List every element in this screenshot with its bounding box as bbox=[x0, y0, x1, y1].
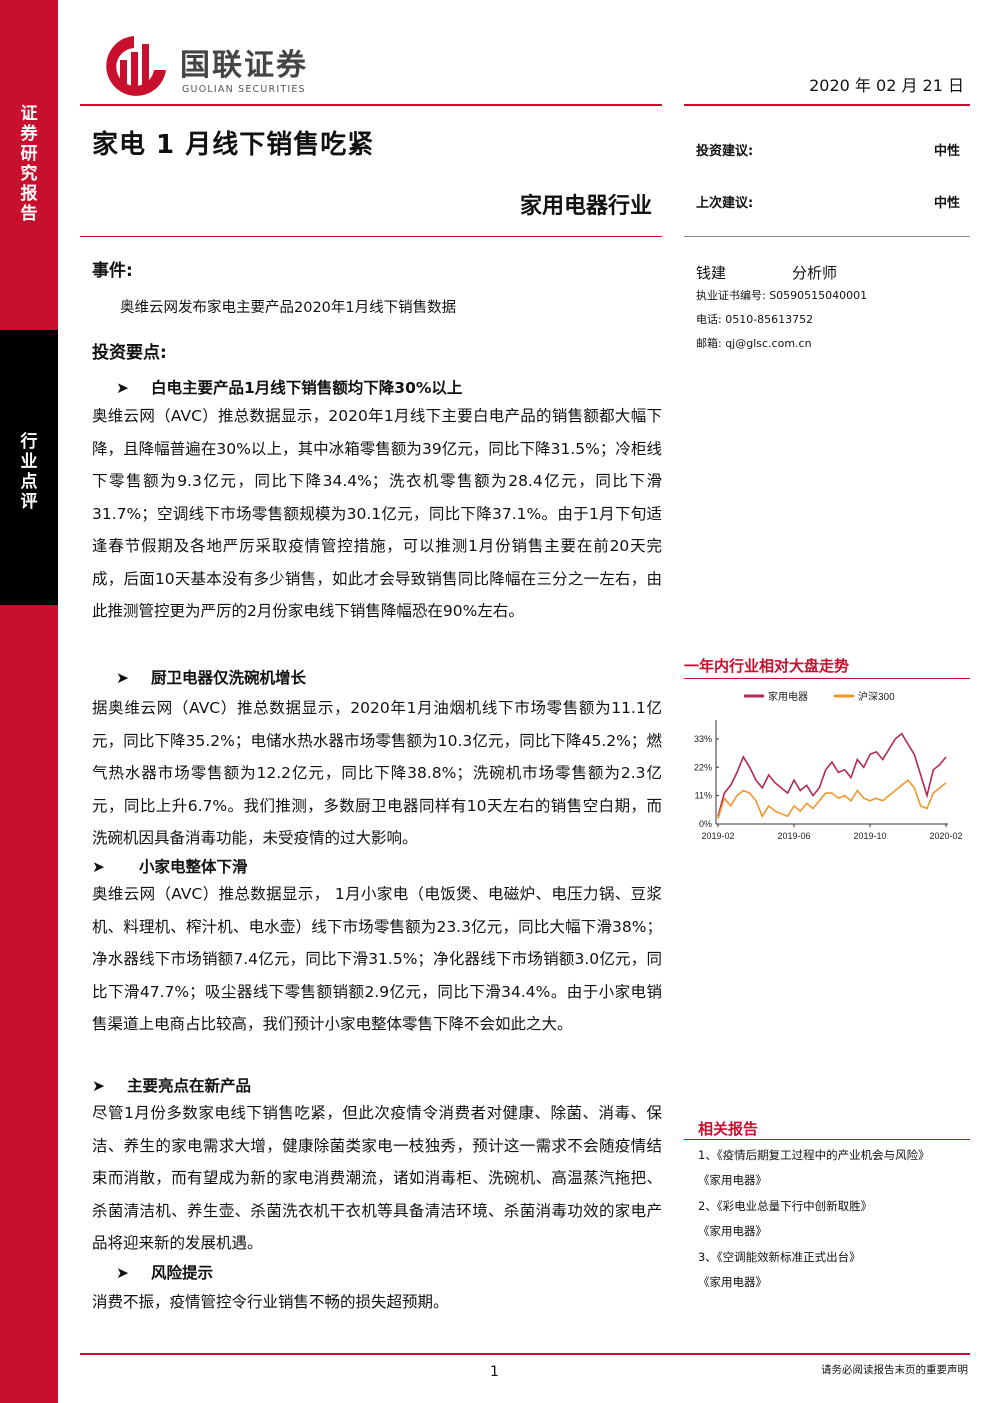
side-label-text: 行业点评 bbox=[0, 432, 58, 512]
legend-label: 沪深300 bbox=[858, 690, 895, 703]
x-tick-label: 2019-02 bbox=[701, 831, 734, 841]
logo-mark-icon bbox=[106, 36, 166, 96]
header-rule-left bbox=[80, 104, 662, 106]
rating-previous-label: 上次建议: bbox=[696, 196, 754, 211]
rating-rule bbox=[684, 236, 970, 237]
section-body-1: 奥维云网（AVC）推总数据显示，2020年1月线下主要白电产品的销售额都大幅下降… bbox=[92, 407, 662, 620]
section-heading-1: ➤ 白电主要产品1月线下销售额均下降30%以上 bbox=[116, 379, 463, 397]
points-heading: 投资要点: bbox=[92, 343, 167, 363]
rating-previous-value: 中性 bbox=[933, 196, 960, 211]
related-item: 《家用电器》 bbox=[698, 1275, 767, 1289]
rating-current: 投资建议: 中性 bbox=[696, 140, 960, 159]
x-tick-label: 2020-02 bbox=[929, 831, 962, 841]
related-item[interactable]: 2、《彩电业总量下行中创新取胜》 bbox=[698, 1198, 872, 1214]
side-band-bottom bbox=[0, 605, 58, 1403]
page-number: 1 bbox=[490, 1364, 499, 1380]
chart-title: 一年内行业相对大盘走势 bbox=[684, 657, 850, 675]
analyst-name: 钱建 bbox=[696, 264, 727, 282]
side-label-char: 研 bbox=[20, 144, 38, 164]
side-label-char: 究 bbox=[20, 164, 38, 184]
analyst-block: 钱建 分析师 bbox=[696, 262, 837, 283]
side-label-char: 告 bbox=[20, 204, 38, 224]
series-line bbox=[717, 732, 947, 817]
side-label-report-type: 证券研究报告 bbox=[0, 104, 58, 224]
footer-rule bbox=[80, 1353, 970, 1355]
related-rule bbox=[684, 1139, 970, 1140]
logo-text-cn: 国联证券 bbox=[180, 48, 308, 83]
analyst-phone: 电话: 0510-85613752 bbox=[696, 313, 814, 326]
section-heading-2: ➤ 厨卫电器仅洗碗机增长 bbox=[116, 669, 307, 687]
side-label-char: 报 bbox=[20, 184, 38, 204]
rating-current-value: 中性 bbox=[933, 144, 960, 159]
side-label-text: 证券研究报告 bbox=[0, 104, 58, 224]
x-tick-label: 2019-10 bbox=[853, 831, 886, 841]
event-text: 奥维云网发布家电主要产品2020年1月线下销售数据 bbox=[120, 300, 457, 316]
analyst-email[interactable]: 邮箱: qj@glsc.com.cn bbox=[696, 335, 812, 351]
y-tick-label: 11% bbox=[695, 791, 712, 801]
report-date: 2020 年 02 月 21 日 bbox=[809, 76, 964, 95]
series-line bbox=[717, 779, 947, 820]
side-label-char: 业 bbox=[20, 452, 38, 472]
company-logo: 国联证券 GUOLIAN SECURITIES bbox=[94, 32, 364, 98]
arrow-bullet-icon: ➤ bbox=[92, 1077, 105, 1095]
x-tick-label: 2019-06 bbox=[777, 831, 810, 841]
logo-text-en: GUOLIAN SECURITIES bbox=[182, 84, 306, 95]
side-label-char: 评 bbox=[20, 492, 38, 512]
y-tick-label: 0% bbox=[699, 819, 712, 829]
side-label-category: 行业点评 bbox=[0, 432, 58, 512]
related-item: 《家用电器》 bbox=[698, 1224, 767, 1238]
rating-current-label: 投资建议: bbox=[696, 144, 754, 159]
report-title: 家电 1 月线下销售吃紧 bbox=[92, 130, 375, 160]
side-label-char: 券 bbox=[20, 124, 38, 144]
event-heading: 事件: bbox=[92, 261, 133, 281]
header-rule-right bbox=[684, 104, 970, 106]
industry-name: 家用电器行业 bbox=[519, 194, 652, 219]
section-body-5: 消费不振，疫情管控令行业销售不畅的损失超预期。 bbox=[92, 1293, 449, 1311]
legend-label: 家用电器 bbox=[768, 690, 808, 703]
title-rule bbox=[80, 236, 662, 237]
section-heading-3: ➤ 小家电整体下滑 bbox=[92, 858, 248, 876]
section-heading-4: ➤ 主要亮点在新产品 bbox=[92, 1077, 252, 1095]
side-label-char: 行 bbox=[20, 432, 38, 452]
section-body-3: 奥维云网（AVC）推总数据显示， 1月小家电（电饭煲、电磁炉、电压力锅、豆浆机、… bbox=[92, 885, 662, 1033]
trend-chart-svg: 家用电器 沪深300 0% 11% 22% 33% 2019-02 2019-06 2019-1… bbox=[694, 690, 963, 841]
related-item: 《家用电器》 bbox=[698, 1173, 767, 1187]
arrow-bullet-icon: ➤ bbox=[116, 1264, 129, 1282]
analyst-license: 执业证书编号: S0590515040001 bbox=[696, 289, 868, 302]
section-heading-5: ➤ 风险提示 bbox=[116, 1264, 214, 1282]
y-tick-label: 22% bbox=[694, 762, 712, 772]
section-body-2: 据奥维云网（AVC）推总数据显示，2020年1月油烟机线下市场零售额为11.1亿… bbox=[92, 699, 662, 847]
footer-disclaimer: 请务必阅读报告末页的重要声明 bbox=[821, 1364, 968, 1376]
analyst-role: 分析师 bbox=[792, 264, 838, 282]
arrow-bullet-icon: ➤ bbox=[92, 858, 105, 876]
y-tick-label: 33% bbox=[694, 734, 712, 744]
arrow-bullet-icon: ➤ bbox=[116, 669, 129, 687]
related-item[interactable]: 1、《疫情后期复工过程中的产业机会与风险》 bbox=[698, 1147, 930, 1163]
rating-previous: 上次建议: 中性 bbox=[696, 192, 960, 211]
section-body-4: 尽管1月份多数家电线下销售吃紧，但此次疫情令消费者对健康、除菌、消毒、保洁、养生… bbox=[92, 1104, 662, 1252]
side-label-char: 证 bbox=[20, 104, 38, 124]
side-label-char: 点 bbox=[20, 472, 38, 492]
trend-chart: 家用电器 沪深300 0% 11% 22% 33% 2019-02 2019-06 2019-1… bbox=[684, 678, 970, 878]
related-heading: 相关报告 bbox=[698, 1120, 759, 1138]
arrow-bullet-icon: ➤ bbox=[116, 379, 129, 397]
related-item[interactable]: 3、《空调能效新标准正式出台》 bbox=[698, 1249, 861, 1265]
